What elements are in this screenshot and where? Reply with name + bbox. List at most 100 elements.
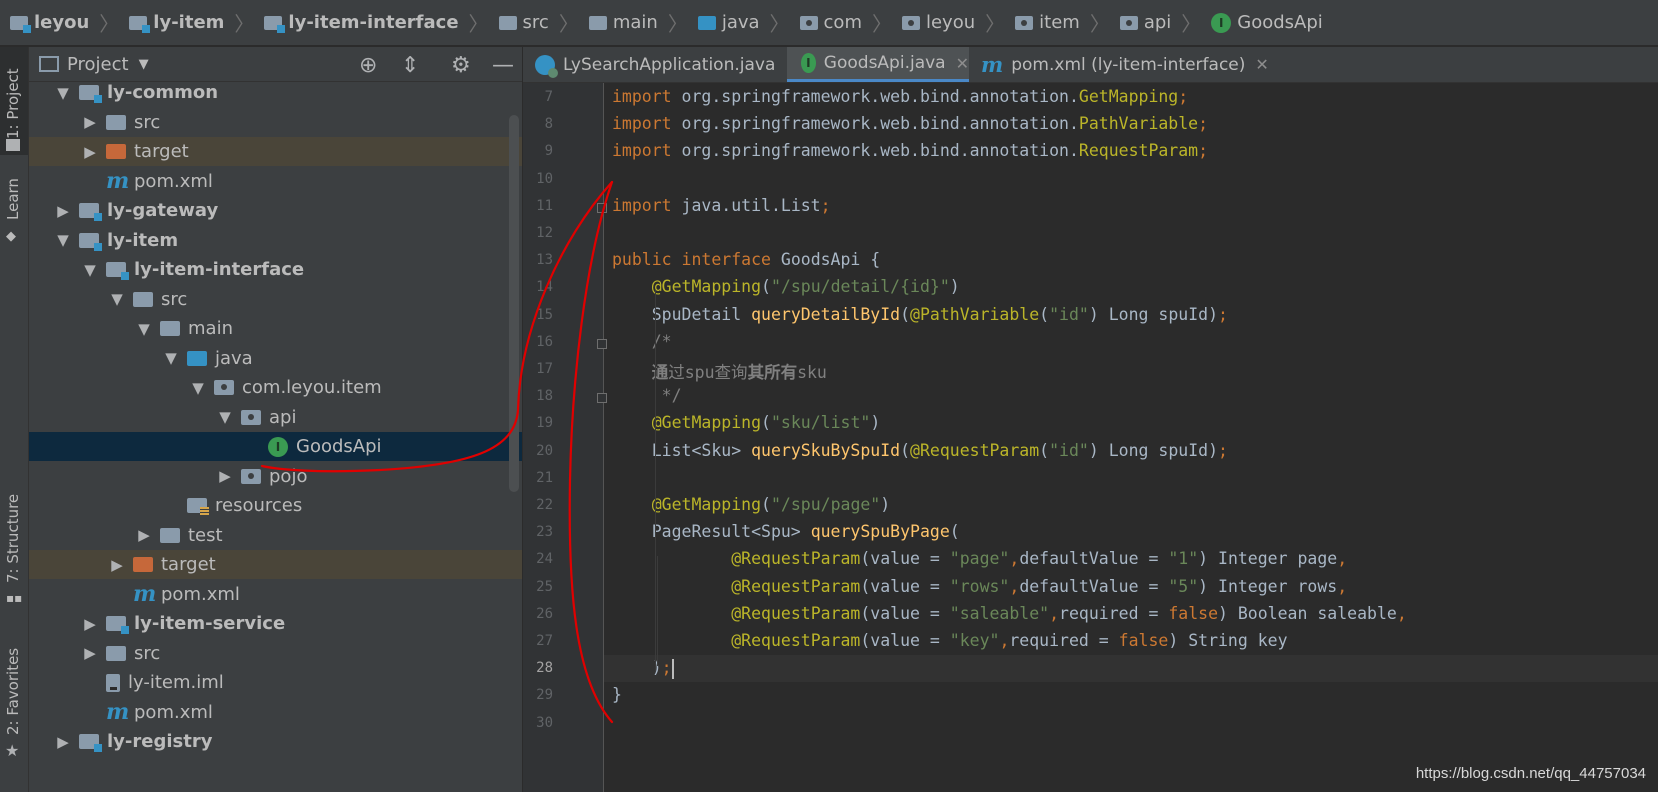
tree-item[interactable]: ▼ ly-common xyxy=(29,78,522,107)
tool-tab-project[interactable]: 1: Project xyxy=(0,47,28,155)
chevron-down-icon[interactable]: ▼ xyxy=(109,290,125,308)
tool-tab-learn[interactable]: Learn ◆ xyxy=(0,172,28,252)
breadcrumb-item[interactable]: src xyxy=(498,12,549,33)
tree-item[interactable]: ▼ main xyxy=(29,314,522,343)
tree-item[interactable]: ▶ src xyxy=(29,108,522,137)
chevron-down-icon[interactable]: ▼ xyxy=(55,231,71,249)
code-token: PathVariable xyxy=(1078,114,1199,134)
chevron-right-icon[interactable]: ▶ xyxy=(82,644,98,662)
code-line[interactable]: import org.springframework.web.bind.anno… xyxy=(612,87,1188,106)
chevron-right-icon[interactable]: ▶ xyxy=(82,113,98,131)
code-token: , xyxy=(1396,603,1407,623)
code-line[interactable]: @RequestParam(value = "key",required = f… xyxy=(612,631,1287,650)
chevron-right-icon[interactable]: ▶ xyxy=(217,467,233,485)
line-number: 18 xyxy=(536,388,553,405)
current-line-highlight xyxy=(604,655,1658,683)
collapse-all-icon[interactable]: ⇕ xyxy=(401,53,419,78)
locate-icon[interactable]: ⊕ xyxy=(359,53,377,78)
code-line[interactable]: 通过spu查询其所有sku xyxy=(612,359,827,383)
fold-marker-icon[interactable] xyxy=(597,339,607,349)
code-line[interactable]: } xyxy=(612,685,622,704)
code-line[interactable]: ); xyxy=(612,658,674,679)
tree-item[interactable]: ▶ target xyxy=(29,137,522,166)
chevron-right-icon[interactable]: ▶ xyxy=(109,556,125,574)
tree-item[interactable]: ▼ ly-item xyxy=(29,226,522,255)
code-line[interactable]: @GetMapping("sku/list") xyxy=(612,413,881,432)
code-line[interactable]: import org.springframework.web.bind.anno… xyxy=(612,114,1208,133)
tree-item[interactable]: ▶ target xyxy=(29,550,522,579)
chevron-down-icon[interactable]: ▼ xyxy=(82,261,98,279)
hide-icon[interactable]: — xyxy=(492,53,514,78)
code-line[interactable]: /* xyxy=(612,332,672,351)
breadcrumb-item[interactable]: api xyxy=(1119,12,1171,33)
tree-item[interactable]: ▼ src xyxy=(29,285,522,314)
tree-item[interactable]: ▶ pojo xyxy=(29,462,522,491)
chevron-down-icon[interactable]: ▼ xyxy=(217,408,233,426)
code-line[interactable]: import java.util.List; xyxy=(612,196,831,215)
breadcrumb-item[interactable]: main xyxy=(588,12,658,33)
code-token: } xyxy=(612,685,622,705)
code-line[interactable]: @RequestParam(value = "saleable",require… xyxy=(612,604,1407,623)
close-icon[interactable]: ✕ xyxy=(1255,55,1268,74)
tree-item[interactable]: m pom.xml xyxy=(29,580,522,609)
chevron-right-icon[interactable]: ▶ xyxy=(55,733,71,751)
breadcrumb-item[interactable]: ly-item xyxy=(129,12,224,33)
tree-item[interactable]: ▶ ly-registry xyxy=(29,727,522,756)
tree-item[interactable]: ly-item.iml xyxy=(29,668,522,697)
chevron-down-icon[interactable]: ▼ xyxy=(136,320,152,338)
chevron-down-icon[interactable]: ▼ xyxy=(190,379,206,397)
code-line[interactable]: SpuDetail queryDetailById(@PathVariable(… xyxy=(612,305,1228,324)
chevron-right-icon[interactable]: ▶ xyxy=(55,202,71,220)
tree-item[interactable]: ▶ src xyxy=(29,639,522,668)
code-line[interactable]: List<Sku> querySkuBySpuId(@RequestParam(… xyxy=(612,441,1228,460)
chevron-right-icon[interactable]: ▶ xyxy=(82,615,98,633)
editor-gutter[interactable] xyxy=(523,83,603,792)
scrollbar[interactable] xyxy=(509,115,519,492)
tree-item[interactable]: I GoodsApi xyxy=(29,432,522,461)
breadcrumb-item[interactable]: java xyxy=(697,12,760,33)
code-line[interactable]: import org.springframework.web.bind.anno… xyxy=(612,141,1208,160)
breadcrumb-item[interactable]: leyou xyxy=(10,12,89,33)
package-icon xyxy=(241,468,261,484)
tree-item-label: java xyxy=(215,347,253,369)
chevron-down-icon[interactable]: ▼ xyxy=(55,84,71,102)
chevron-down-icon[interactable]: ▼ xyxy=(139,57,149,72)
tab-lysearchapplication[interactable]: LySearchApplication.java ✕ xyxy=(535,47,799,82)
code-line[interactable]: @GetMapping("/spu/page") xyxy=(612,495,890,514)
breadcrumb-item[interactable]: I GoodsApi xyxy=(1211,12,1323,33)
tree-item[interactable]: ▼ com.leyou.item xyxy=(29,373,522,402)
fold-marker-icon[interactable] xyxy=(597,203,607,213)
tree-item[interactable]: m pom.xml xyxy=(29,698,522,727)
close-icon[interactable]: ✕ xyxy=(956,54,969,73)
breadcrumb-item[interactable]: item xyxy=(1015,12,1080,33)
tree-item[interactable]: ▶ test xyxy=(29,521,522,550)
chevron-down-icon[interactable]: ▼ xyxy=(163,349,179,367)
tree-item[interactable]: ▼ ly-item-interface xyxy=(29,255,522,284)
fold-marker-icon[interactable] xyxy=(597,393,607,403)
tool-tab-structure[interactable]: 7: Structure ▪▪ xyxy=(0,487,28,612)
code-line[interactable]: PageResult<Spu> querySpuByPage( xyxy=(612,522,960,541)
breadcrumb-item[interactable]: com xyxy=(799,12,862,33)
code-line[interactable]: */ xyxy=(612,386,682,405)
gear-icon[interactable]: ⚙ xyxy=(451,53,471,78)
project-view-selector[interactable]: Project xyxy=(67,54,129,75)
code-token: false xyxy=(1168,603,1218,623)
code-line[interactable]: @RequestParam(value = "page",defaultValu… xyxy=(612,549,1347,568)
chevron-right-icon[interactable]: ▶ xyxy=(136,526,152,544)
tab-pom-xml[interactable]: m pom.xml (ly-item-interface) ✕ xyxy=(981,47,1269,82)
code-line[interactable]: public interface GoodsApi { xyxy=(612,250,880,269)
tree-item[interactable]: m pom.xml xyxy=(29,167,522,196)
code-editor[interactable] xyxy=(604,83,1658,792)
tool-tab-favorites[interactable]: 2: Favorites ★ xyxy=(0,637,28,787)
tab-goodsapi[interactable]: I GoodsApi.java ✕ xyxy=(787,47,969,82)
breadcrumb-item[interactable]: ly-item-interface xyxy=(264,12,459,33)
chevron-right-icon[interactable]: ▶ xyxy=(82,143,98,161)
code-line[interactable]: @RequestParam(value = "rows",defaultValu… xyxy=(612,577,1347,596)
tree-item[interactable]: resources xyxy=(29,491,522,520)
code-line[interactable]: @GetMapping("/spu/detail/{id}") xyxy=(612,277,960,296)
breadcrumb-item[interactable]: leyou xyxy=(901,12,975,33)
tree-item[interactable]: ▼ api xyxy=(29,403,522,432)
tree-item[interactable]: ▶ ly-item-service xyxy=(29,609,522,638)
tree-item[interactable]: ▼ java xyxy=(29,344,522,373)
tree-item[interactable]: ▶ ly-gateway xyxy=(29,196,522,225)
